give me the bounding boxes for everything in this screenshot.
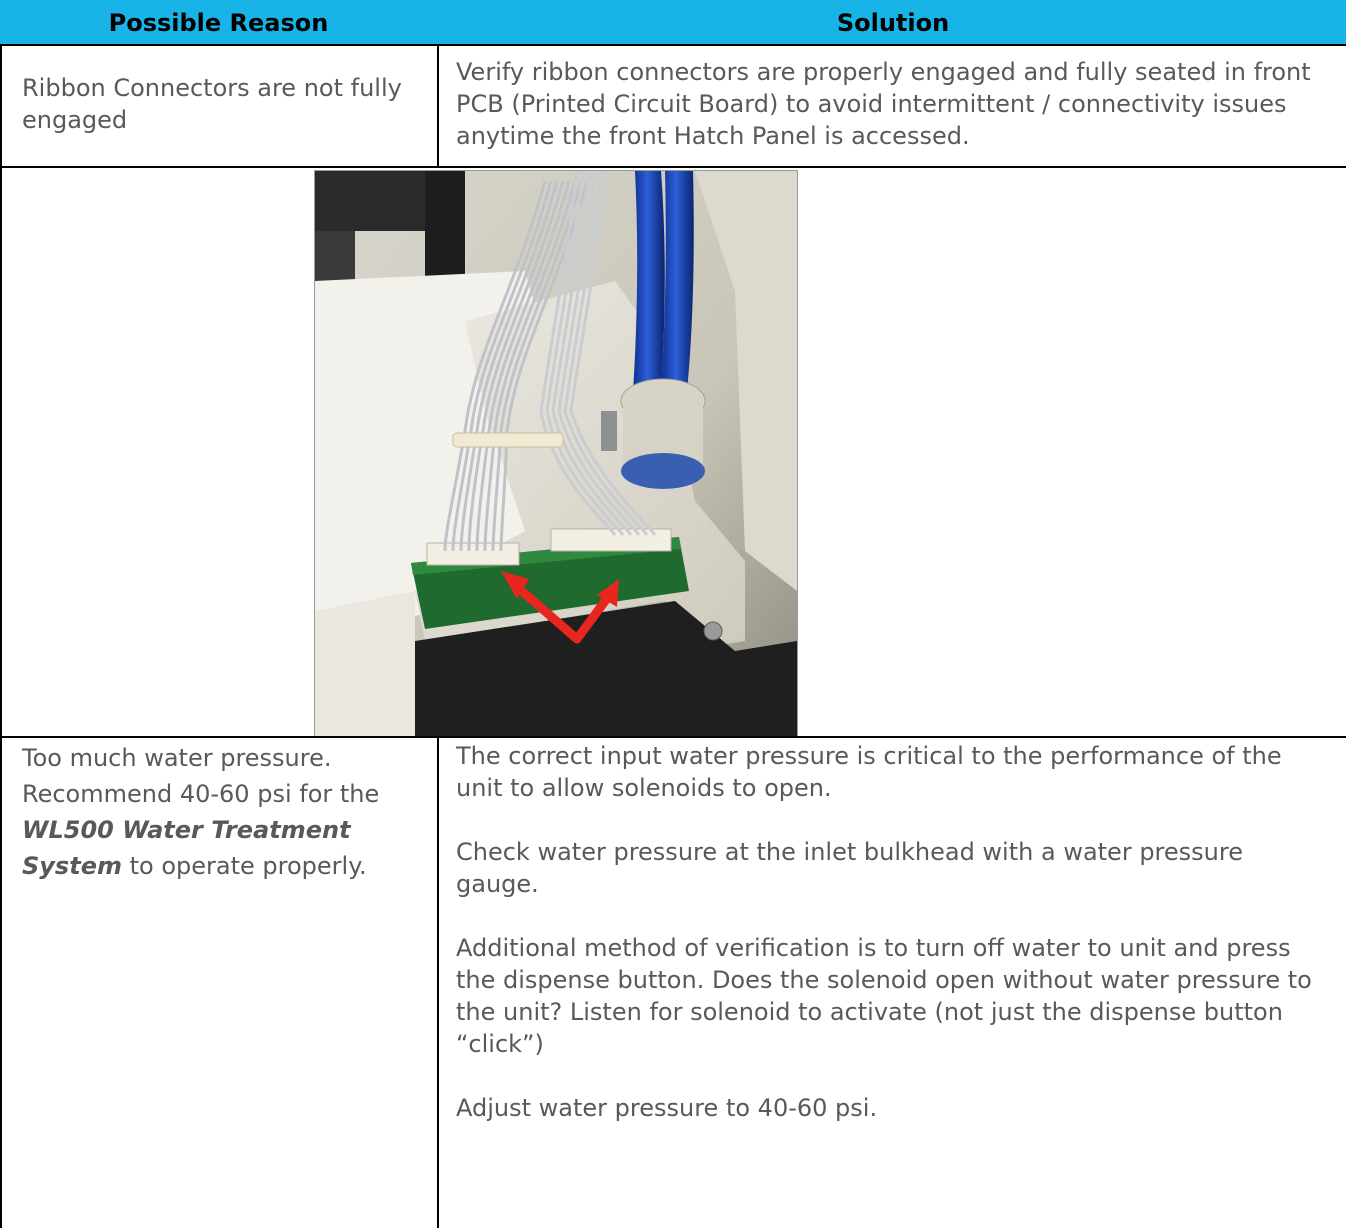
divider — [437, 736, 439, 1228]
divider — [0, 736, 1346, 738]
row1-solution: Verify ribbon connectors are properly en… — [456, 58, 1311, 150]
divider — [0, 166, 1346, 168]
troubleshooting-table: Possible Reason Solution Ribbon Connecto… — [0, 0, 1346, 1228]
row1-reason: Ribbon Connectors are not fully engaged — [22, 74, 402, 134]
divider — [0, 44, 2, 1228]
solution-paragraph-3: Additional method of verification is to … — [456, 934, 1312, 1058]
header-solution: Solution — [836, 9, 950, 37]
ribbon-connector-photo — [314, 170, 798, 738]
solution-paragraph-1: The correct input water pressure is crit… — [456, 742, 1282, 802]
divider — [0, 44, 1346, 46]
row2-reason: Too much water pressure. Recommend 40-60… — [22, 744, 380, 880]
solution-paragraph-4: Adjust water pressure to 40-60 psi. — [456, 1094, 878, 1122]
divider — [437, 44, 439, 168]
solution-paragraph-2: Check water pressure at the inlet bulkhe… — [456, 838, 1243, 898]
table-header: Possible Reason Solution — [0, 0, 1346, 44]
header-possible-reason: Possible Reason — [108, 9, 329, 37]
row2-solution: The correct input water pressure is crit… — [456, 740, 1316, 1124]
